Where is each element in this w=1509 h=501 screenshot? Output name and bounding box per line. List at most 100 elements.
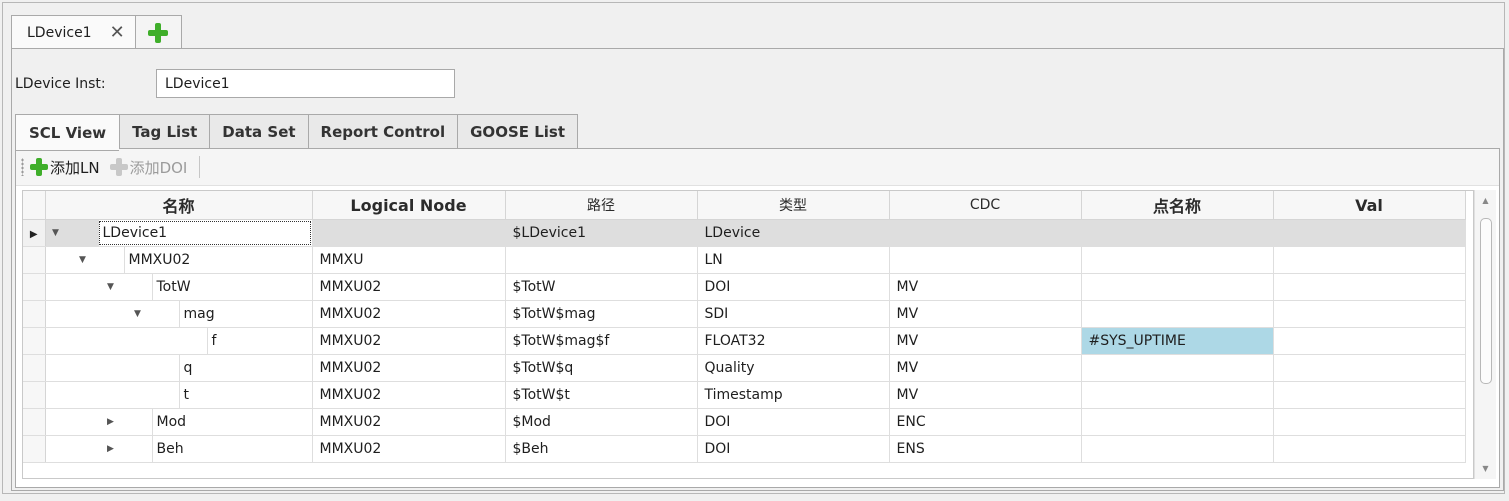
cell-cdc[interactable]: MV xyxy=(889,300,1082,328)
table-row[interactable]: t MMXU02 $TotW$t Timestamp MV xyxy=(23,381,1466,409)
tree-name-cell[interactable]: ▼ LDevice1 xyxy=(45,219,313,247)
collapse-icon[interactable]: ▼ xyxy=(76,255,90,265)
cell-val[interactable] xyxy=(1273,327,1466,355)
cell-point-name[interactable] xyxy=(1081,381,1274,409)
table-row[interactable]: ▶ Beh MMXU02 $Beh DOI ENS xyxy=(23,435,1466,463)
cell-path[interactable]: $TotW$t xyxy=(505,381,698,409)
cell-path[interactable] xyxy=(505,246,698,274)
cell-logical-node[interactable]: MMXU02 xyxy=(312,300,506,328)
cell-type[interactable]: SDI xyxy=(697,300,890,328)
tree-name-cell[interactable]: ▼ TotW xyxy=(45,273,313,301)
cell-point-name[interactable] xyxy=(1081,273,1274,301)
table-row[interactable]: ▼ mag MMXU02 $TotW$mag SDI MV xyxy=(23,300,1466,328)
cell-val[interactable] xyxy=(1273,408,1466,436)
table-row[interactable]: ▼ TotW MMXU02 $TotW DOI MV xyxy=(23,273,1466,301)
cell-logical-node[interactable]: MMXU02 xyxy=(312,408,506,436)
cell-point-name[interactable] xyxy=(1081,435,1274,463)
cell-cdc[interactable]: ENS xyxy=(889,435,1082,463)
column-header-path[interactable]: 路径 xyxy=(505,191,698,220)
cell-val[interactable] xyxy=(1273,219,1466,247)
tab-tag-list[interactable]: Tag List xyxy=(119,114,210,149)
column-header-cdc[interactable]: CDC xyxy=(889,191,1082,220)
cell-type[interactable]: Quality xyxy=(697,354,890,382)
tree-name-cell[interactable]: ▶ Mod xyxy=(45,408,313,436)
tree-name-cell[interactable]: ▶ Beh xyxy=(45,435,313,463)
cell-logical-node[interactable]: MMXU02 xyxy=(312,327,506,355)
cell-path[interactable]: $Beh xyxy=(505,435,698,463)
cell-type[interactable]: DOI xyxy=(697,273,890,301)
cell-point-name[interactable] xyxy=(1081,219,1274,247)
cell-type[interactable]: FLOAT32 xyxy=(697,327,890,355)
tree-name-cell[interactable]: ▼ MMXU02 xyxy=(45,246,313,274)
cell-type[interactable]: Timestamp xyxy=(697,381,890,409)
column-header-type[interactable]: 类型 xyxy=(697,191,890,220)
cell-path[interactable]: $TotW$q xyxy=(505,354,698,382)
table-row[interactable]: q MMXU02 $TotW$q Quality MV xyxy=(23,354,1466,382)
cell-point-name[interactable] xyxy=(1081,408,1274,436)
cell-cdc[interactable]: MV xyxy=(889,327,1082,355)
cell-cdc[interactable]: MV xyxy=(889,273,1082,301)
cell-type[interactable]: LN xyxy=(697,246,890,274)
expand-icon[interactable]: ▶ xyxy=(104,444,118,454)
vertical-scrollbar[interactable]: ▲ ▼ xyxy=(1474,190,1496,479)
collapse-icon[interactable]: ▼ xyxy=(49,228,63,238)
cell-val[interactable] xyxy=(1273,381,1466,409)
cell-cdc[interactable]: ENC xyxy=(889,408,1082,436)
tab-data-set[interactable]: Data Set xyxy=(209,114,308,149)
cell-path[interactable]: $Mod xyxy=(505,408,698,436)
scrollbar-thumb[interactable] xyxy=(1480,218,1492,384)
cell-point-name[interactable]: #SYS_UPTIME xyxy=(1081,327,1274,355)
tab-scl-view[interactable]: SCL View xyxy=(15,114,120,151)
cell-logical-node[interactable]: MMXU02 xyxy=(312,435,506,463)
cell-path[interactable]: $TotW$mag$f xyxy=(505,327,698,355)
tree-name-cell[interactable]: q xyxy=(45,354,313,382)
collapse-icon[interactable]: ▼ xyxy=(131,309,145,319)
column-header-name[interactable]: 名称 xyxy=(45,191,313,220)
cell-type[interactable]: LDevice xyxy=(697,219,890,247)
tab-goose-list[interactable]: GOOSE List xyxy=(457,114,579,149)
cell-path[interactable]: $TotW$mag xyxy=(505,300,698,328)
table-row[interactable]: f MMXU02 $TotW$mag$f FLOAT32 MV #SYS_UPT… xyxy=(23,327,1466,355)
document-tab-ldevice1[interactable]: LDevice1 ✕ xyxy=(11,15,136,49)
cell-logical-node[interactable]: MMXU xyxy=(312,246,506,274)
cell-cdc[interactable]: MV xyxy=(889,354,1082,382)
scroll-up-icon[interactable]: ▲ xyxy=(1475,196,1496,205)
cell-point-name[interactable] xyxy=(1081,354,1274,382)
expand-icon[interactable]: ▶ xyxy=(104,417,118,427)
cell-point-name[interactable] xyxy=(1081,246,1274,274)
cell-val[interactable] xyxy=(1273,354,1466,382)
cell-path[interactable]: $TotW xyxy=(505,273,698,301)
cell-logical-node[interactable]: MMXU02 xyxy=(312,273,506,301)
collapse-icon[interactable]: ▼ xyxy=(104,282,118,292)
cell-val[interactable] xyxy=(1273,273,1466,301)
cell-val[interactable] xyxy=(1273,435,1466,463)
cell-val[interactable] xyxy=(1273,246,1466,274)
table-row[interactable]: ▶ Mod MMXU02 $Mod DOI ENC xyxy=(23,408,1466,436)
column-header-val[interactable]: Val xyxy=(1273,191,1466,220)
tab-report-control[interactable]: Report Control xyxy=(307,114,458,149)
column-header-logical-node[interactable]: Logical Node xyxy=(312,191,506,220)
add-doi-button[interactable]: 添加DOI xyxy=(109,157,187,178)
cell-type[interactable]: DOI xyxy=(697,435,890,463)
table-row[interactable]: ▶ ▼ LDevice1 $LDevice1 LDevice xyxy=(23,219,1466,247)
tree-name-cell[interactable]: t xyxy=(45,381,313,409)
scl-tree-grid[interactable]: 名称 Logical Node 路径 类型 CDC 点名称 Val ▶ ▼ LD… xyxy=(22,190,1474,479)
tree-name-cell[interactable]: f xyxy=(45,327,313,355)
column-header-point-name[interactable]: 点名称 xyxy=(1081,191,1274,220)
close-icon[interactable]: ✕ xyxy=(110,23,125,42)
scroll-down-icon[interactable]: ▼ xyxy=(1475,464,1496,473)
cell-val[interactable] xyxy=(1273,300,1466,328)
table-row[interactable]: ▼ MMXU02 MMXU LN xyxy=(23,246,1466,274)
cell-logical-node[interactable]: MMXU02 xyxy=(312,354,506,382)
cell-type[interactable]: DOI xyxy=(697,408,890,436)
tree-name-cell[interactable]: ▼ mag xyxy=(45,300,313,328)
cell-logical-node[interactable]: MMXU02 xyxy=(312,381,506,409)
cell-cdc[interactable] xyxy=(889,246,1082,274)
add-tab-button[interactable] xyxy=(135,15,182,49)
add-ln-button[interactable]: 添加LN xyxy=(30,157,100,178)
cell-path[interactable]: $LDevice1 xyxy=(505,219,698,247)
toolbar-grip-icon[interactable] xyxy=(21,158,24,176)
ldevice-inst-input[interactable] xyxy=(156,69,455,98)
cell-cdc[interactable] xyxy=(889,219,1082,247)
cell-cdc[interactable]: MV xyxy=(889,381,1082,409)
